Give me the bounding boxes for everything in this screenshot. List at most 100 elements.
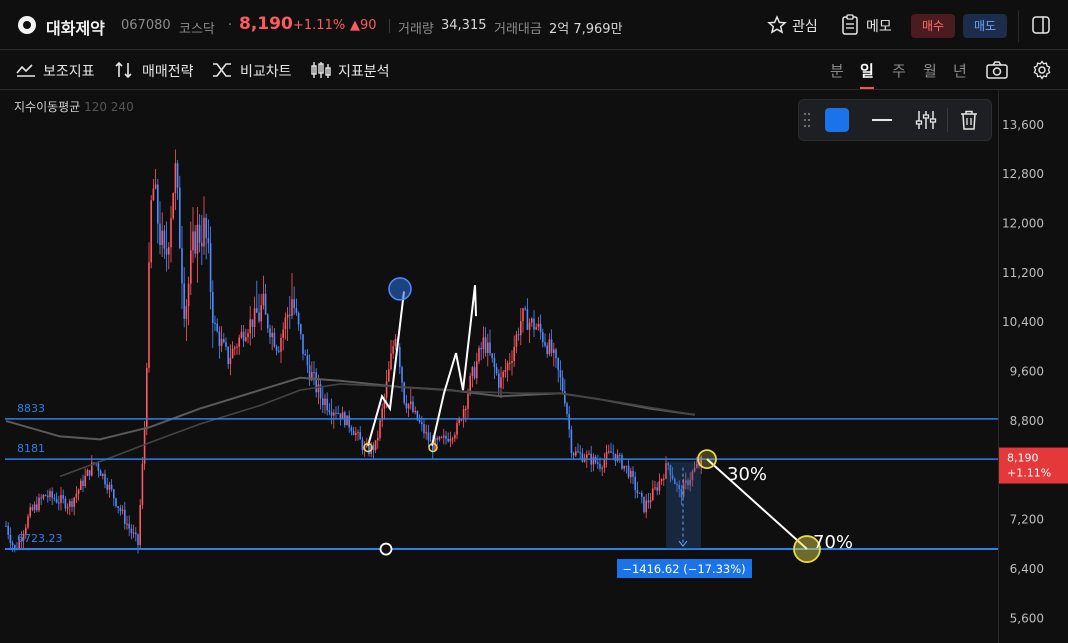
candle-body (55, 499, 58, 503)
period-year[interactable]: 년 (953, 60, 967, 81)
candle-body (542, 332, 544, 343)
volume-value: 34,315 (441, 18, 487, 33)
settings-gear-icon[interactable] (1032, 60, 1052, 80)
candle-body (198, 224, 201, 243)
candle-body (179, 187, 181, 249)
candle-body (443, 435, 445, 438)
candle-body (176, 163, 179, 188)
period-day[interactable]: 일 (860, 60, 874, 81)
compare-button[interactable]: 비교차트 (240, 61, 292, 81)
zigzag-drawing[interactable] (367, 291, 405, 446)
candle-body (377, 437, 379, 441)
horizontal-line-label: 8181 (17, 442, 45, 455)
candle-body (77, 489, 80, 494)
candle-body (97, 463, 100, 471)
horizontal-line-label: 8833 (17, 402, 45, 415)
candle-body (520, 321, 522, 336)
candle-body (253, 308, 256, 327)
candle-body (476, 361, 478, 379)
stock-name[interactable]: 대화제약 (46, 15, 105, 39)
analysis-button[interactable]: 지표분석 (338, 61, 390, 81)
strategy-button[interactable]: 매매전략 (142, 61, 194, 81)
candle-body (69, 501, 71, 507)
candle-body (326, 398, 328, 411)
candle-body (249, 319, 251, 334)
line-anchor-handle[interactable] (379, 542, 393, 556)
candle-body (66, 506, 69, 509)
candle-body (660, 478, 663, 482)
candle-body (647, 500, 650, 503)
candle-body (429, 440, 432, 442)
candle-body (284, 317, 287, 330)
candle-body (447, 438, 449, 442)
candle-body (163, 230, 166, 249)
trash-icon[interactable] (959, 109, 979, 131)
candle-body (427, 432, 430, 441)
candle-body (124, 509, 126, 524)
candle-body (535, 327, 537, 330)
candle-body (88, 470, 91, 476)
price-axis-divider (998, 90, 999, 643)
candle-body (608, 451, 610, 453)
candle-body (150, 200, 152, 263)
candle-body (269, 328, 271, 338)
drawing-handle[interactable] (388, 277, 412, 301)
sell-button[interactable]: 매도 (963, 14, 1007, 38)
y-tick-label: 10,400 (1002, 315, 1044, 329)
candle-body (51, 491, 53, 498)
candle-body (460, 419, 463, 421)
panel-toggle-icon[interactable] (1032, 16, 1050, 34)
indicator-button[interactable]: 보조지표 (43, 61, 95, 81)
indicator-icon[interactable] (16, 62, 36, 78)
candle-body (322, 398, 324, 406)
divider (389, 19, 390, 33)
volume-label: 거래량 (398, 22, 434, 37)
candle-body (592, 456, 595, 465)
candle-body (517, 334, 520, 336)
candle-body (242, 331, 245, 341)
buy-button[interactable]: 매수 (911, 14, 955, 38)
candle-body (187, 283, 190, 307)
projection-start-handle[interactable] (697, 449, 717, 470)
candle-body (456, 423, 458, 435)
drawing-toolbar (798, 99, 992, 141)
candle-body (421, 422, 423, 425)
camera-icon[interactable] (986, 60, 1008, 80)
y-tick-label: 6,400 (1010, 562, 1044, 576)
favorite-button[interactable]: 관심 (792, 16, 818, 36)
candle-body (295, 308, 298, 313)
period-minute[interactable]: 분 (830, 60, 844, 81)
candle-body (86, 470, 89, 476)
period-week[interactable]: 주 (892, 60, 906, 81)
candle-body (482, 337, 485, 350)
color-picker-button[interactable] (825, 108, 849, 132)
candle-body (115, 498, 117, 507)
candle-body (229, 357, 232, 364)
memo-icon[interactable] (841, 14, 859, 36)
candle-body (531, 318, 533, 323)
zigzag-drawing[interactable] (431, 285, 477, 446)
period-month[interactable]: 월 (923, 60, 937, 81)
line-style-icon[interactable] (871, 110, 893, 130)
strategy-icon[interactable] (114, 60, 134, 80)
candle-body (315, 372, 317, 393)
star-icon[interactable] (767, 15, 787, 35)
candle-body (506, 363, 509, 370)
candle-body (291, 299, 293, 316)
candle-body (550, 339, 553, 353)
legend-params: 120 240 (84, 100, 134, 114)
candle-body (231, 348, 234, 358)
candle-body (313, 372, 315, 374)
price-chart[interactable]: 13,600 12,800 12,000 11,200 10,400 9,600 8,800… (0, 90, 1068, 643)
memo-button[interactable]: 메모 (866, 16, 892, 36)
projection-30-label: 30% (727, 464, 767, 485)
candle-body (64, 498, 67, 509)
stock-code: 067080 (121, 18, 171, 33)
candle-body (104, 473, 106, 485)
compare-icon[interactable] (212, 61, 232, 79)
drag-handle-icon[interactable] (803, 112, 811, 128)
candle-body (306, 355, 309, 366)
adjust-sliders-icon[interactable] (915, 109, 937, 131)
analysis-icon[interactable] (310, 60, 332, 80)
candle-body (654, 487, 656, 489)
